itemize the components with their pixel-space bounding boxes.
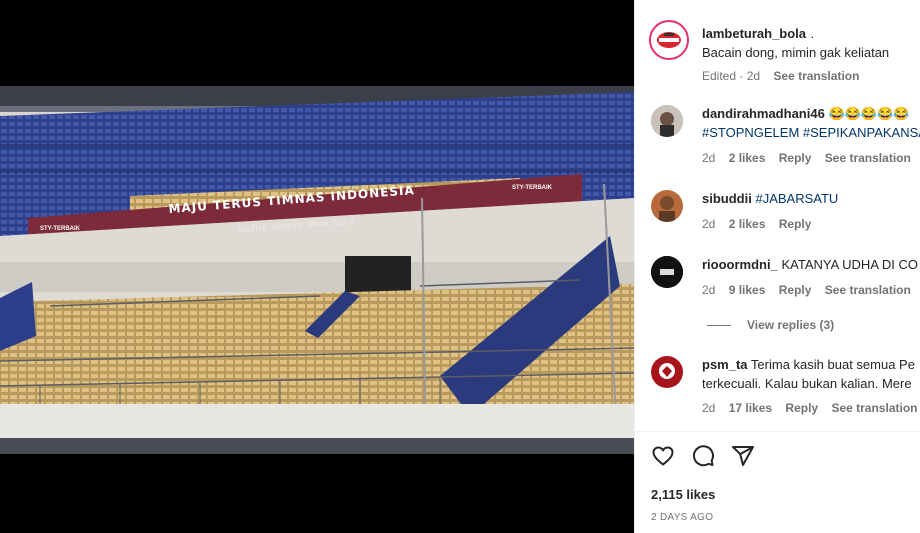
comment-time: 2d bbox=[702, 401, 716, 415]
commenter-username[interactable]: sibuddii bbox=[702, 191, 752, 206]
post-media-pane: MAJU TERUS TIMNAS INDONESIA HATUR NUHUN … bbox=[0, 0, 634, 533]
commenter-avatar[interactable] bbox=[651, 105, 683, 137]
edited-label: Edited bbox=[702, 69, 737, 83]
commenter-username[interactable]: dandirahmadhani46 bbox=[702, 106, 825, 121]
post-date: 2 DAYS AGO bbox=[651, 512, 714, 523]
post-actions-bar bbox=[651, 444, 755, 472]
stadium-photo[interactable]: MAJU TERUS TIMNAS INDONESIA HATUR NUHUN … bbox=[0, 86, 634, 454]
comment-text-line2: terkecuali. Kalau bukan kalian. Mere bbox=[702, 376, 912, 391]
caption-see-translation-link[interactable]: See translation bbox=[773, 69, 859, 83]
commenter-avatar[interactable] bbox=[651, 256, 683, 288]
meta-separator: · bbox=[736, 69, 747, 83]
post-caption: Bacain dong, mimin gak keliatan bbox=[702, 45, 890, 60]
comment-text: KATANYA UDHA DI CO bbox=[781, 257, 918, 272]
comment-time: 2d bbox=[702, 283, 716, 297]
likes-count[interactable]: 2,115 likes bbox=[651, 487, 715, 502]
see-translation-link[interactable]: See translation bbox=[825, 283, 911, 297]
stadium-image bbox=[0, 86, 634, 454]
commenter-avatar[interactable] bbox=[651, 356, 683, 388]
lips-logo-icon bbox=[653, 24, 685, 56]
author-avatar[interactable] bbox=[649, 20, 689, 60]
reply-button[interactable]: Reply bbox=[779, 151, 812, 165]
comment-item: riooormdni_ KATANYA UDHA DI CO 2d 9 like… bbox=[651, 256, 920, 301]
see-translation-link[interactable]: See translation bbox=[831, 401, 917, 415]
heart-icon[interactable] bbox=[651, 444, 675, 472]
reply-button[interactable]: Reply bbox=[779, 283, 812, 297]
comment-hashtags[interactable]: #STOPNGELEM #SEPIKANPAKANSA bbox=[702, 124, 920, 142]
username-suffix: . bbox=[810, 26, 815, 41]
comment-time: 2d bbox=[702, 217, 716, 231]
author-username[interactable]: lambeturah_bola bbox=[702, 26, 806, 41]
comment-likes[interactable]: 9 likes bbox=[729, 283, 766, 297]
comment-likes[interactable]: 17 likes bbox=[729, 401, 772, 415]
comment-text: Terima kasih buat semua Pe bbox=[750, 357, 915, 372]
comment-item: sibuddii #JABARSATU 2d 2 likes Reply bbox=[651, 190, 920, 235]
comment-icon[interactable] bbox=[691, 444, 715, 472]
commenter-avatar[interactable] bbox=[651, 190, 683, 222]
banner-left-text: STY-TERBAIK bbox=[40, 226, 81, 232]
comment-item: psm_ta Terima kasih buat semua Pe terkec… bbox=[651, 356, 920, 418]
comment-text: 😂😂😂😂😂 bbox=[828, 106, 910, 121]
comment-item: dandirahmadhani46 😂😂😂😂😂 #STOPNGELEM #SEP… bbox=[651, 105, 920, 165]
share-icon[interactable] bbox=[731, 444, 755, 472]
comments-panel: lambeturah_bola . Bacain dong, mimin gak… bbox=[634, 0, 920, 533]
view-replies-button[interactable]: View replies (3) bbox=[707, 318, 834, 332]
reply-button[interactable]: Reply bbox=[779, 217, 812, 231]
see-translation-link[interactable]: See translation bbox=[825, 151, 911, 165]
comment-likes[interactable]: 2 likes bbox=[729, 151, 766, 165]
banner-right-text: STY-TERBAIK bbox=[512, 185, 553, 191]
commenter-username[interactable]: psm_ta bbox=[702, 357, 748, 372]
comment-hashtag[interactable]: #JABARSATU bbox=[755, 191, 838, 206]
commenter-username[interactable]: riooormdni_ bbox=[702, 257, 778, 272]
actions-divider bbox=[635, 431, 920, 432]
post-time: 2d bbox=[746, 69, 761, 83]
reply-button[interactable]: Reply bbox=[785, 401, 818, 415]
post-caption-block: lambeturah_bola . Bacain dong, mimin gak… bbox=[649, 20, 920, 90]
comment-likes[interactable]: 2 likes bbox=[729, 217, 766, 231]
comment-time: 2d bbox=[702, 151, 716, 165]
